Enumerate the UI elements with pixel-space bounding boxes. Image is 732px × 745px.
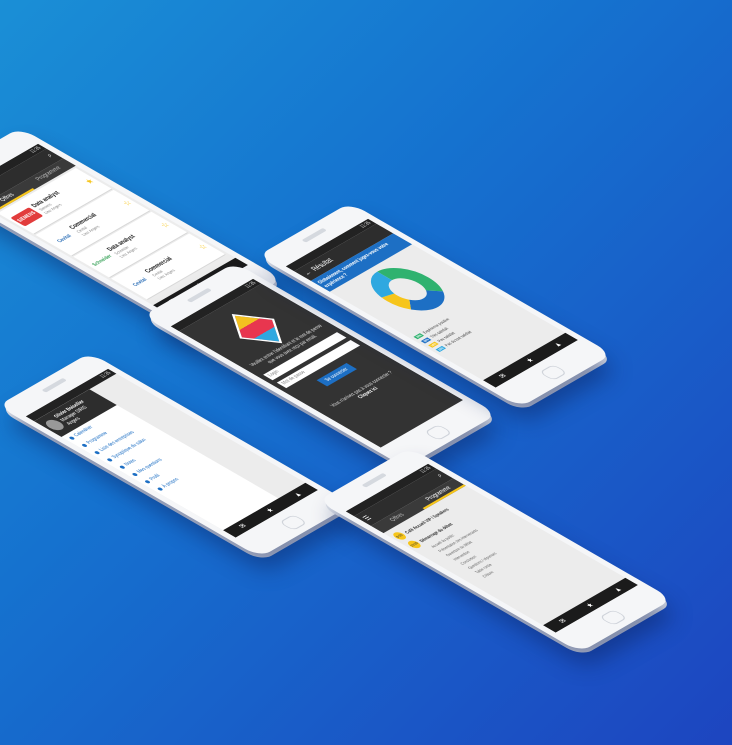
phone-program: 11:35 ☰ ⌕ Offres Programme 9:30 Café Accu… (317, 447, 673, 653)
star-icon[interactable]: ★ (264, 507, 277, 514)
app-logo (231, 314, 283, 344)
speaker (361, 472, 388, 488)
home-button (598, 609, 628, 626)
bell-icon[interactable]: ▲ (552, 341, 564, 348)
home-button (423, 424, 453, 441)
drawer-label: À propos (160, 476, 182, 489)
company-icon (93, 450, 101, 455)
home-button (278, 514, 308, 531)
note-icon (118, 465, 126, 470)
speaker (41, 377, 68, 393)
mail-icon[interactable]: ✉ (557, 617, 570, 625)
map-icon (106, 457, 114, 462)
star-icon[interactable]: ★ (584, 602, 597, 609)
speaker (301, 227, 328, 243)
program-screen: 11:35 ☰ ⌕ Offres Programme 9:30 Café Accu… (345, 463, 639, 633)
search-icon[interactable]: ⌕ (435, 473, 446, 479)
bell-icon[interactable]: ▲ (612, 586, 624, 593)
mail-icon[interactable]: ✉ (237, 522, 250, 530)
bottom-nav: ✉ ★ ▲ (483, 332, 579, 388)
profile-icon (144, 479, 152, 484)
menu-icon[interactable]: ☰ (361, 514, 374, 522)
program-icon (81, 443, 89, 448)
home-button (538, 364, 568, 381)
bell-icon[interactable]: ▲ (292, 491, 304, 498)
legend-percent: 22% (434, 345, 446, 352)
menu-screen: 11:35 Olivier Boisellier Manager SIRIS A… (25, 368, 319, 538)
bottom-nav: ✉ ★ ▲ (543, 577, 639, 633)
calendar-icon (68, 436, 76, 441)
question-icon (131, 472, 139, 477)
back-arrow-icon[interactable]: ← (302, 269, 314, 276)
info-icon (156, 487, 164, 492)
mail-icon[interactable]: ✉ (497, 372, 510, 380)
speaker (186, 287, 213, 303)
nav-drawer: Olivier Boisellier Manager SIRIS Angers … (34, 389, 279, 531)
star-icon[interactable]: ★ (524, 357, 537, 364)
search-icon[interactable]: ⌕ (45, 153, 56, 159)
